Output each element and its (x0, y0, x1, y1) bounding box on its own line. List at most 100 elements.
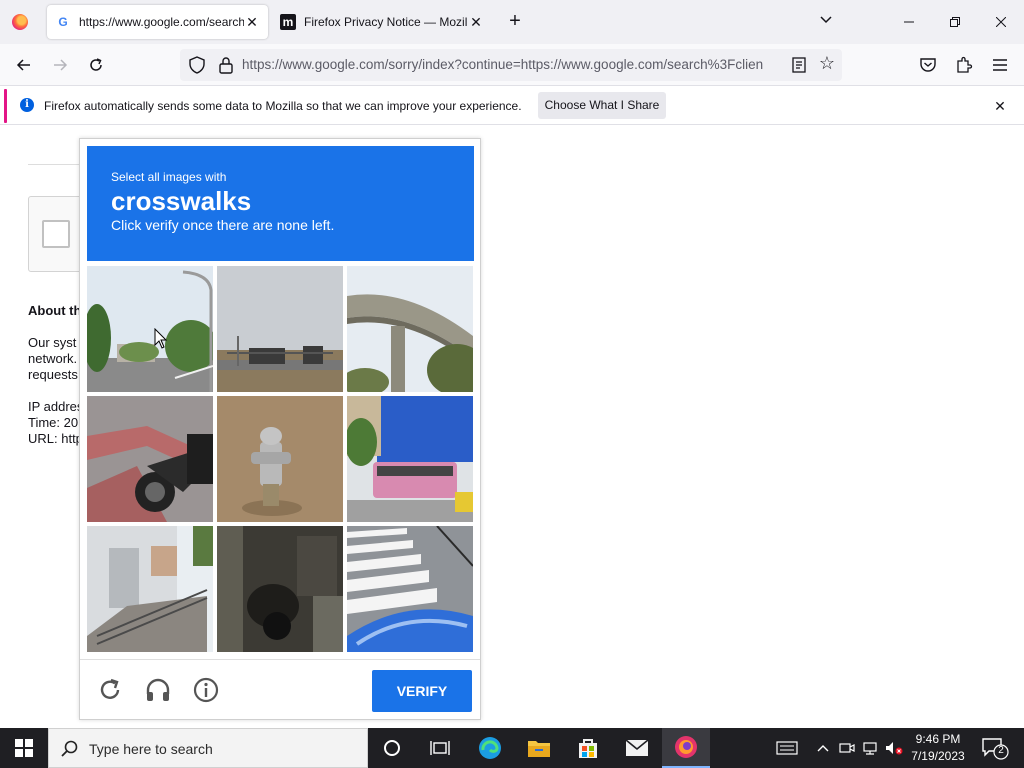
close-notification-icon[interactable]: ✕ (990, 96, 1010, 116)
system-clock[interactable]: 9:46 PM 7/19/2023 (904, 731, 972, 765)
task-view-button[interactable] (416, 728, 464, 768)
taskbar-search-box[interactable]: Type here to search (48, 728, 368, 768)
google-icon: G (58, 15, 68, 29)
close-tab-icon[interactable]: ✕ (468, 14, 484, 30)
recaptcha-challenge-dialog: Select all images with crosswalks Click … (79, 138, 481, 720)
close-window-button[interactable] (978, 0, 1024, 44)
captcha-tile-street-lamp-trees[interactable] (87, 266, 213, 392)
restore-icon (950, 17, 960, 27)
reload-icon (90, 58, 102, 71)
page-paragraph-line: Our syst (28, 335, 77, 350)
notification-count-badge: 2 (998, 745, 1004, 756)
volume-muted-icon[interactable] (884, 738, 904, 758)
mouse-cursor-icon (154, 328, 168, 349)
challenge-target: crosswalks (111, 186, 252, 216)
challenge-header: Select all images with crosswalks Click … (87, 146, 474, 261)
tab-strip: G https://www.google.com/search ✕ m Fire… (0, 0, 1024, 44)
page-paragraph-line: requests (28, 367, 78, 382)
chevron-down-icon (820, 16, 832, 24)
tracking-protection-shield-icon[interactable] (188, 56, 206, 74)
verify-button[interactable]: VERIFY (372, 670, 472, 712)
taskbar-edge[interactable] (466, 728, 514, 768)
taskbar-mail[interactable] (613, 728, 661, 768)
windows-taskbar: Type here to search 9:46 PM 7/19/2023 2 (0, 728, 1024, 768)
network-icon[interactable] (860, 738, 880, 758)
keyboard-layout-icon[interactable] (774, 738, 800, 758)
app-menu-button[interactable] (986, 51, 1014, 79)
captcha-tile-motorcycle-red-pavement[interactable] (87, 396, 213, 522)
bookmark-star-icon[interactable]: ☆ (816, 53, 838, 77)
search-icon (61, 740, 78, 757)
lock-icon[interactable] (218, 56, 234, 74)
tab-google-search[interactable]: G https://www.google.com/search ✕ (47, 5, 268, 39)
action-center-button[interactable]: 2 (980, 736, 1010, 760)
clock-date: 7/19/2023 (911, 749, 965, 763)
challenge-footer: VERIFY (80, 659, 480, 719)
list-all-tabs-button[interactable] (814, 10, 838, 34)
windows-logo-icon (15, 739, 33, 757)
pocket-icon (920, 58, 936, 72)
cortana-button[interactable] (368, 728, 416, 768)
notification-message: Firefox automatically sends some data to… (44, 99, 522, 113)
reader-view-icon[interactable] (790, 56, 808, 74)
close-tab-icon[interactable]: ✕ (244, 14, 260, 30)
challenge-prompt: Select all images with (111, 170, 227, 184)
close-icon (996, 17, 1006, 27)
minimize-button[interactable] (886, 0, 932, 44)
pocket-button[interactable] (914, 51, 942, 79)
new-tab-button[interactable]: + (503, 10, 527, 34)
captcha-tile-pink-bus[interactable] (347, 396, 473, 522)
search-placeholder: Type here to search (89, 741, 213, 757)
mozilla-icon: m (280, 14, 296, 30)
page-paragraph-line: network. (28, 351, 78, 366)
store-bag-icon (579, 739, 597, 758)
captcha-tile-fire-hydrant[interactable] (217, 396, 343, 522)
audio-challenge-headphones-icon[interactable] (144, 676, 172, 704)
reload-challenge-icon[interactable] (96, 676, 124, 704)
tab-title: Firefox Privacy Notice — Mozill (304, 15, 468, 29)
info-icon: i (20, 98, 34, 112)
forward-button[interactable] (46, 51, 74, 79)
mail-envelope-icon (625, 739, 649, 756)
captcha-tile-dark-motorcycle[interactable] (217, 526, 343, 652)
hamburger-menu-icon (993, 59, 1007, 71)
captcha-tile-building-stairs[interactable] (87, 526, 213, 652)
address-bar[interactable]: https://www.google.com/sorry/index?conti… (180, 49, 842, 81)
back-button[interactable] (10, 51, 38, 79)
show-hidden-icons-chevron-up-icon[interactable] (814, 738, 832, 758)
firefox-view-button[interactable] (6, 8, 34, 36)
puzzle-piece-icon (957, 56, 973, 73)
help-info-icon[interactable] (192, 676, 220, 704)
meet-now-icon[interactable] (838, 738, 856, 758)
captcha-tile-overpass-bridge[interactable] (347, 266, 473, 392)
choose-what-i-share-button[interactable]: Choose What I Share (538, 92, 666, 119)
cortana-circle-icon (384, 740, 400, 756)
edge-browser-icon (479, 737, 501, 759)
restore-button[interactable] (932, 0, 978, 44)
recaptcha-checkbox[interactable] (42, 220, 70, 248)
navigation-toolbar: https://www.google.com/sorry/index?conti… (0, 44, 1024, 86)
taskbar-firefox[interactable] (662, 728, 710, 768)
notification-accent (4, 89, 7, 123)
taskbar-file-explorer[interactable] (515, 728, 563, 768)
firefox-icon (675, 736, 697, 758)
reload-button[interactable] (82, 51, 110, 79)
tab-privacy-notice[interactable]: m Firefox Privacy Notice — Mozill ✕ (272, 5, 492, 39)
folder-icon (528, 741, 550, 757)
challenge-instruction: Click verify once there are none left. (111, 217, 335, 233)
data-collection-notification-bar: i Firefox automatically sends some data … (0, 87, 1024, 125)
start-button[interactable] (0, 728, 48, 768)
taskbar-microsoft-store[interactable] (564, 728, 612, 768)
firefox-icon (12, 14, 28, 30)
notification-speech-bubble-icon (982, 738, 1009, 760)
extensions-button[interactable] (950, 51, 978, 79)
url-line: URL: http (28, 431, 83, 446)
time-line: Time: 20 (28, 415, 79, 430)
captcha-tile-highway-signs[interactable] (217, 266, 343, 392)
ip-address-line: IP addres (28, 399, 84, 414)
captcha-tile-crosswalk-stripes[interactable] (347, 526, 473, 652)
arrow-right-icon (54, 59, 68, 71)
page-heading: About th (28, 303, 82, 318)
minimize-icon (904, 21, 914, 23)
url-text[interactable]: https://www.google.com/sorry/index?conti… (242, 57, 782, 72)
